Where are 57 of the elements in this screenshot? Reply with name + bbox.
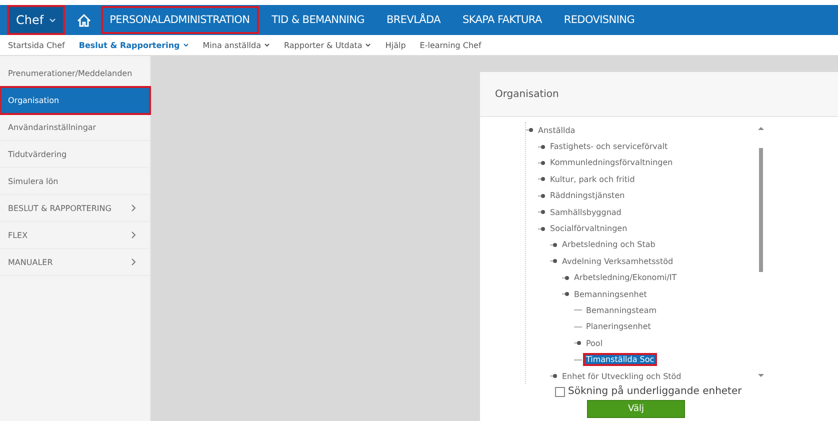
top-menu-item[interactable]: REDOVISNING xyxy=(556,7,643,33)
tree-item[interactable]: Bemanningsteam xyxy=(584,304,659,316)
caret-icon xyxy=(365,43,372,47)
top-menu-item[interactable]: TID & BEMANNING xyxy=(264,7,372,33)
tree-item[interactable]: Avdelning Verksamhetsstöd xyxy=(560,256,676,267)
tree-item[interactable]: Timanställda Soc xyxy=(584,354,656,366)
tree-item[interactable]: Pool xyxy=(584,338,605,349)
tree-item[interactable]: Bemanningsenhet xyxy=(572,288,649,300)
tree-item[interactable]: Kommunledningsförvaltningen xyxy=(548,157,675,168)
tree-item[interactable]: Räddningstjänsten xyxy=(548,190,627,202)
top-menu-item[interactable]: BREVLÅDA xyxy=(378,7,449,33)
caret-icon xyxy=(48,18,56,22)
top-menu-item[interactable]: PERSONALADMINISTRATION xyxy=(102,7,258,33)
expand-bullet-icon[interactable] xyxy=(526,126,534,134)
expand-bullet-icon[interactable] xyxy=(562,290,570,298)
tree-item[interactable]: Kultur, park och fritid xyxy=(548,174,637,185)
sidebar-item[interactable]: FLEX xyxy=(0,222,150,249)
tree-item[interactable]: Planeringsenhet xyxy=(584,321,653,332)
sidebar-item[interactable]: BESLUT & RAPPORTERING xyxy=(0,195,150,222)
checkbox-label: Sökning på underliggande enheter xyxy=(568,386,742,397)
sub-menu-item[interactable]: Hjälp xyxy=(385,40,406,50)
choose-button[interactable]: Välj xyxy=(587,400,685,418)
checkbox[interactable] xyxy=(555,386,565,396)
sidebar-item[interactable]: Tidutvärdering xyxy=(0,141,150,168)
expand-bullet-icon[interactable] xyxy=(574,339,582,348)
expand-bullet-icon[interactable] xyxy=(538,158,546,167)
caret-icon xyxy=(264,43,270,47)
expand-bullet-icon[interactable] xyxy=(538,192,546,200)
tree-item[interactable]: Socialförvaltningen xyxy=(548,223,630,234)
role-menu-button[interactable]: Chef xyxy=(8,6,64,34)
tree-item[interactable]: Enhet för Utveckling och Stöd xyxy=(560,370,684,382)
tree-item[interactable]: Anställda xyxy=(536,124,578,136)
sub-menu-item[interactable]: Beslut & Rapportering xyxy=(78,40,189,50)
expand-bullet-icon[interactable] xyxy=(538,208,546,216)
sub-menu-item[interactable]: Rapporter & Utdata xyxy=(284,40,372,50)
expand-bullet-icon[interactable] xyxy=(550,372,558,380)
expand-bullet-icon[interactable] xyxy=(538,142,546,151)
sidebar-item[interactable]: Användarinställningar xyxy=(0,114,150,141)
sidebar-item[interactable]: MANUALER xyxy=(0,249,150,276)
expand-bullet-icon[interactable] xyxy=(538,224,546,233)
expand-bullet-icon[interactable] xyxy=(538,175,546,184)
tree-item[interactable]: Fastighets- och serviceförvalt xyxy=(548,141,670,152)
expand-bullet-icon[interactable] xyxy=(550,257,558,266)
tree-item[interactable]: Arbetsledning och Stab xyxy=(560,239,658,250)
sub-menu-item[interactable]: Startsida Chef xyxy=(8,40,65,50)
sub-menu-item[interactable]: E-learning Chef xyxy=(420,40,482,50)
tree-item[interactable]: Arbetsledning/Ekonomi/IT xyxy=(572,272,679,284)
tree-item[interactable]: Samhällsbyggnad xyxy=(548,206,624,218)
expand-bullet-icon[interactable] xyxy=(562,274,570,282)
home-icon[interactable] xyxy=(76,12,92,28)
sidebar-item[interactable]: Simulera lön xyxy=(0,168,150,195)
top-menu-item[interactable]: SKAPA FAKTURA xyxy=(454,7,550,33)
sidebar-item[interactable]: Organisation xyxy=(0,87,150,114)
caret-icon xyxy=(182,43,189,47)
dialog-title: Organisation xyxy=(495,88,559,100)
sub-menu-item[interactable]: Mina anställda xyxy=(202,40,270,50)
expand-bullet-icon[interactable] xyxy=(550,240,558,249)
